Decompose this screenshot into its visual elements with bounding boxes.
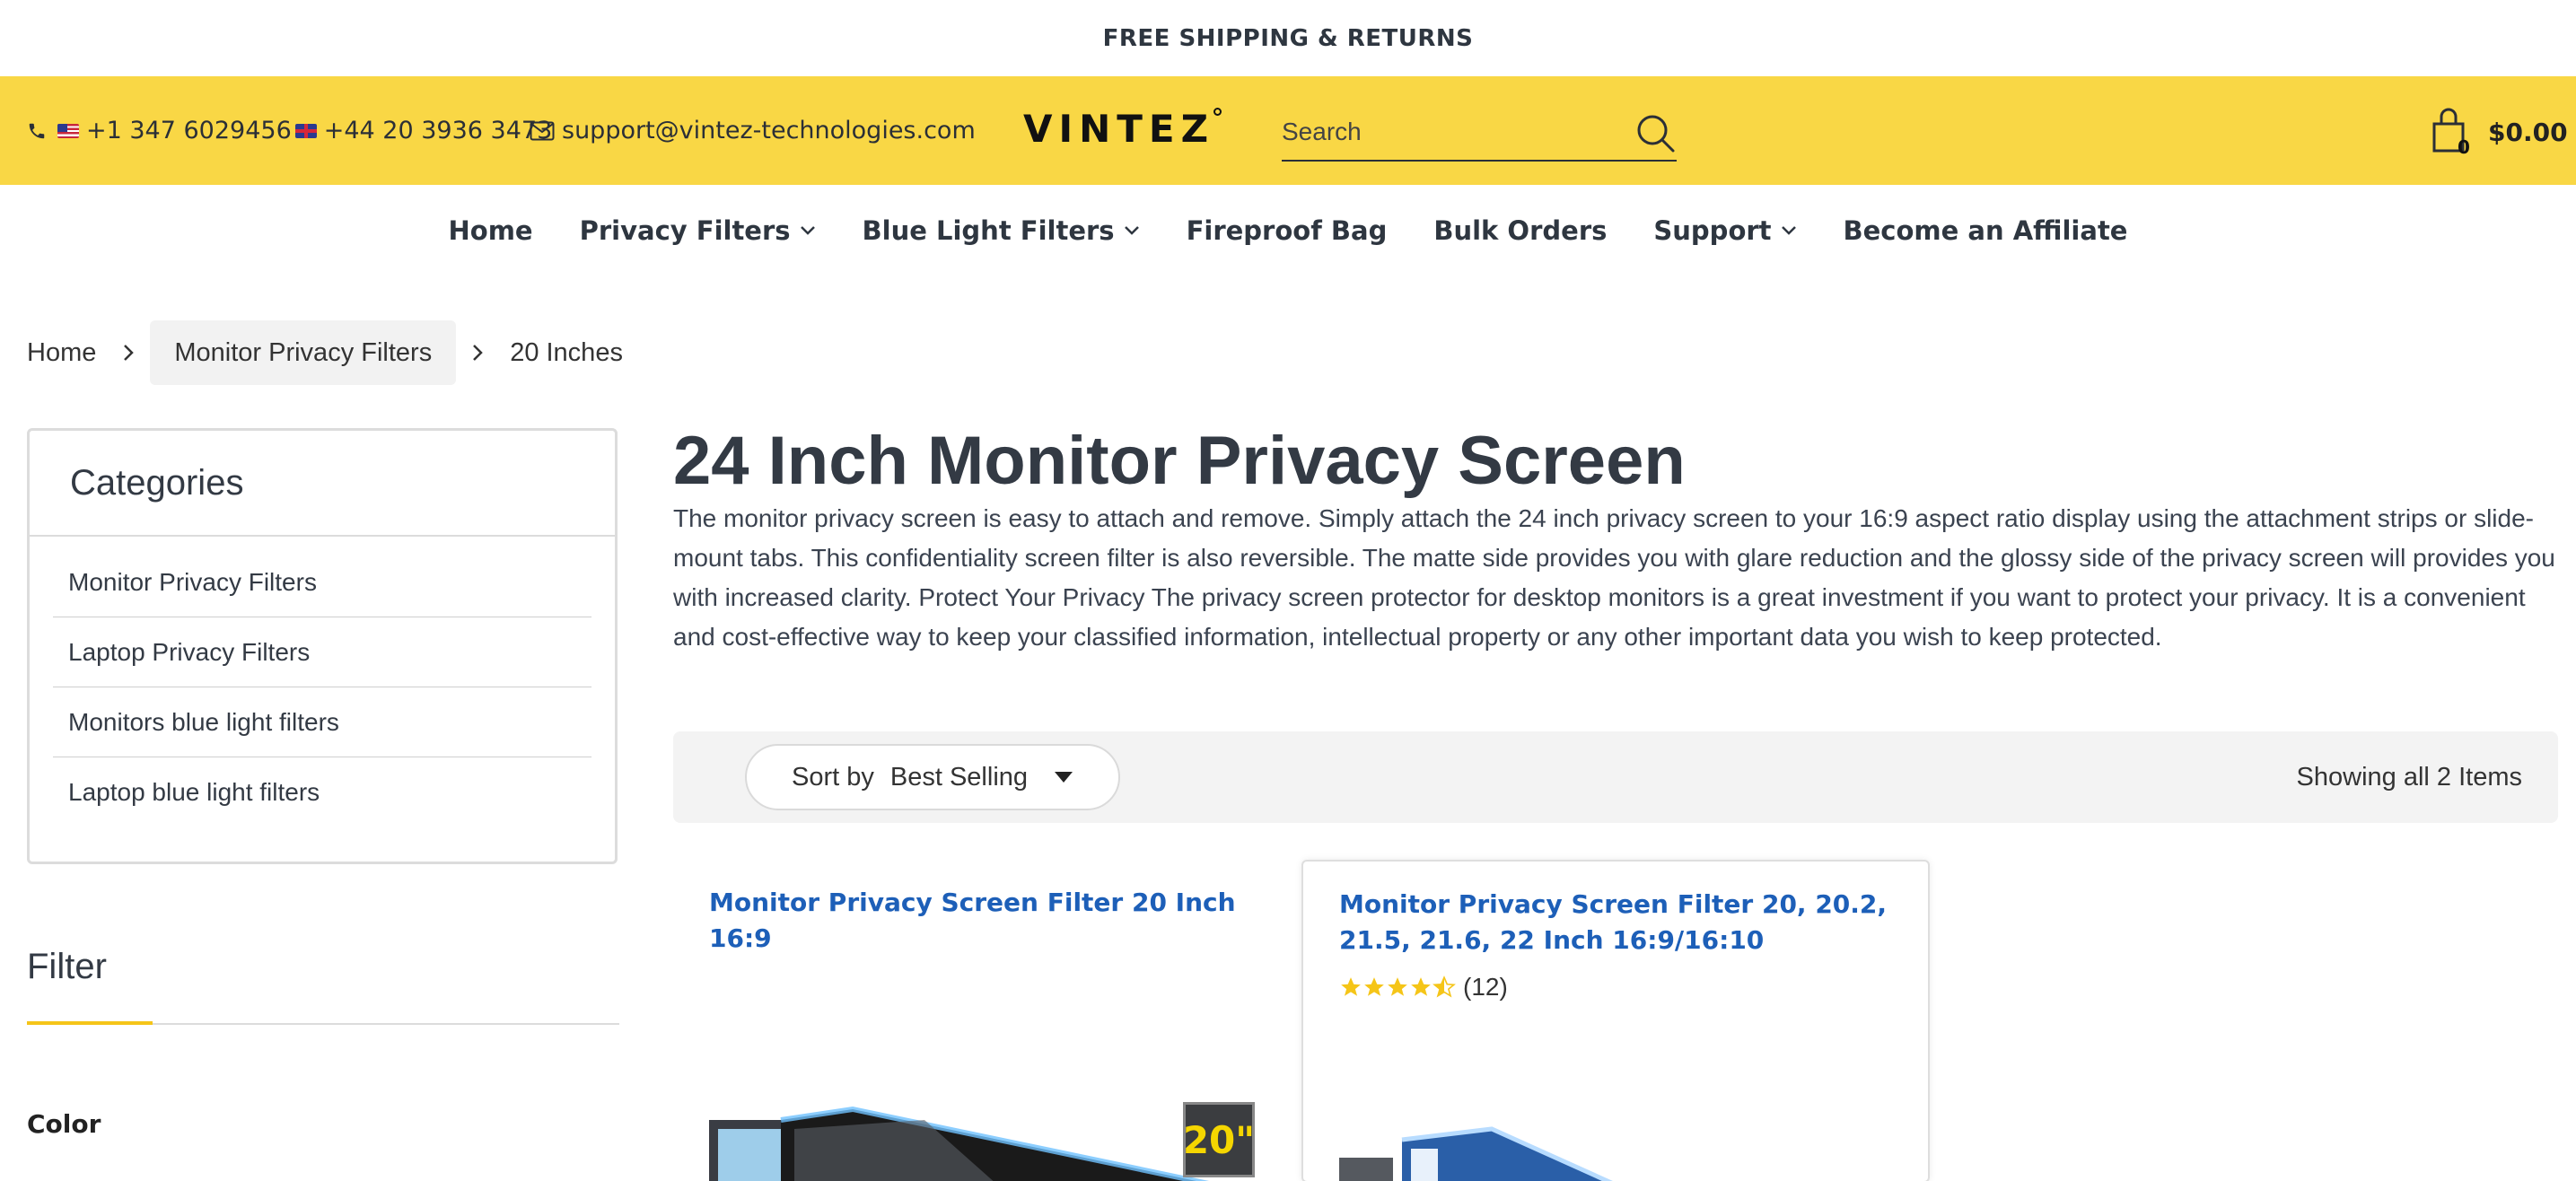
product-title[interactable]: Monitor Privacy Screen Filter 20 Inch 16… (709, 885, 1266, 957)
category-description: The monitor privacy screen is easy to at… (673, 504, 2555, 651)
nav-label: Become an Affiliate (1843, 215, 2128, 246)
breadcrumb-monitor-privacy-filters[interactable]: Monitor Privacy Filters (150, 320, 457, 385)
chevron-down-icon (800, 226, 815, 235)
search-input[interactable] (1282, 111, 1623, 153)
announcement-text: FREE SHIPPING & RETURNS (1102, 24, 1474, 52)
phone-icon (29, 123, 45, 138)
size-badge: 20" (1183, 1102, 1255, 1177)
product-rating[interactable]: (12) (1339, 973, 1508, 1002)
star-icon (1411, 977, 1431, 996)
cart-bag: 0 (2431, 106, 2472, 158)
chevron-right-icon (472, 344, 483, 362)
us-flag-icon (57, 123, 79, 138)
product-card[interactable]: Monitor Privacy Screen Filter 20 Inch 16… (673, 860, 1301, 1181)
categories-list: Monitor Privacy Filters Laptop Privacy F… (30, 537, 615, 827)
rating-stars (1339, 975, 1456, 999)
nav-label: Home (448, 215, 533, 246)
star-icon (1341, 977, 1361, 996)
phone-uk[interactable]: +44 20 3936 3473 (324, 117, 553, 144)
categories-panel: Categories Monitor Privacy Filters Lapto… (27, 428, 618, 864)
phone-contact: +1 347 6029456 +44 20 3936 3473 (27, 76, 552, 185)
product-title[interactable]: Monitor Privacy Screen Filter 20, 20.2, … (1339, 887, 1896, 958)
category-item[interactable]: Laptop Privacy Filters (53, 617, 591, 687)
product-card[interactable]: Monitor Privacy Screen Filter 20, 20.2, … (1301, 860, 1930, 1181)
logo-mark-icon (1214, 108, 1222, 116)
star-icon (1388, 977, 1407, 996)
category-item[interactable]: Laptop blue light filters (53, 757, 591, 827)
cart-button[interactable]: 0 $0.00 (2431, 106, 2568, 158)
category-item[interactable]: Monitor Privacy Filters (53, 547, 591, 617)
nav-label: Privacy Filters (579, 215, 791, 246)
category-item[interactable]: Monitors blue light filters (53, 687, 591, 757)
email-address[interactable]: support@vintez-technologies.com (562, 117, 976, 144)
breadcrumb-home[interactable]: Home (27, 338, 96, 368)
product-image[interactable]: 20" (709, 1102, 1266, 1181)
nav-label: Support (1653, 215, 1772, 246)
chevron-down-icon (1124, 226, 1139, 235)
nav-home[interactable]: Home (449, 215, 533, 246)
phone-us[interactable]: +1 347 6029456 (86, 117, 292, 144)
search-bar (1282, 104, 1677, 162)
announcement-bar: FREE SHIPPING & RETURNS (0, 0, 2576, 76)
results-count: Showing all 2 Items (2296, 762, 2522, 792)
page-title: 24 Inch Monitor Privacy Screen (673, 423, 1686, 499)
nav-privacy-filters[interactable]: Privacy Filters (580, 215, 816, 246)
half-star-icon (1433, 975, 1456, 998)
chevron-right-icon (123, 344, 135, 362)
nav-label: Blue Light Filters (862, 215, 1115, 246)
nav-fireproof-bag[interactable]: Fireproof Bag (1187, 215, 1388, 246)
breadcrumb: Home Monitor Privacy Filters 20 Inches (27, 320, 623, 385)
caret-down-icon (1055, 772, 1073, 783)
review-count[interactable]: (12) (1463, 973, 1508, 1002)
filter-title: Filter (27, 947, 107, 986)
product-image[interactable] (1339, 1104, 1896, 1181)
nav-bulk-orders[interactable]: Bulk Orders (1433, 215, 1607, 246)
cart-count-badge: 0 (2458, 136, 2470, 158)
filter-accent-underline (27, 1021, 153, 1025)
star-icon (1364, 977, 1384, 996)
size-badge-text: 20" (1182, 1117, 1256, 1162)
sort-label: Sort by (792, 762, 874, 792)
categories-title: Categories (30, 431, 615, 537)
sort-dropdown[interactable]: Sort by Best Selling (745, 744, 1120, 810)
logo-text: VINTEZ (1023, 106, 1215, 151)
envelope-icon (530, 121, 555, 140)
nav-blue-light-filters[interactable]: Blue Light Filters (863, 215, 1140, 246)
nav-become-affiliate[interactable]: Become an Affiliate (1844, 215, 2128, 246)
search-icon[interactable] (1634, 111, 1677, 154)
breadcrumb-current: 20 Inches (510, 337, 623, 367)
chevron-down-icon (1781, 226, 1796, 235)
logo[interactable]: VINTEZ (1023, 101, 1222, 156)
color-filter-label[interactable]: Color (27, 1109, 101, 1139)
nav-label: Bulk Orders (1433, 215, 1608, 246)
sort-value: Best Selling (889, 762, 1029, 792)
cart-total: $0.00 (2488, 117, 2568, 147)
nav-label: Fireproof Bag (1186, 215, 1388, 246)
sort-toolbar: Sort by Best Selling Showing all 2 Items (673, 731, 2558, 823)
main-navigation: Home Privacy Filters Blue Light Filters … (0, 185, 2576, 276)
email-contact[interactable]: support@vintez-technologies.com (530, 76, 976, 185)
uk-flag-icon (294, 123, 317, 138)
nav-support[interactable]: Support (1653, 215, 1796, 246)
